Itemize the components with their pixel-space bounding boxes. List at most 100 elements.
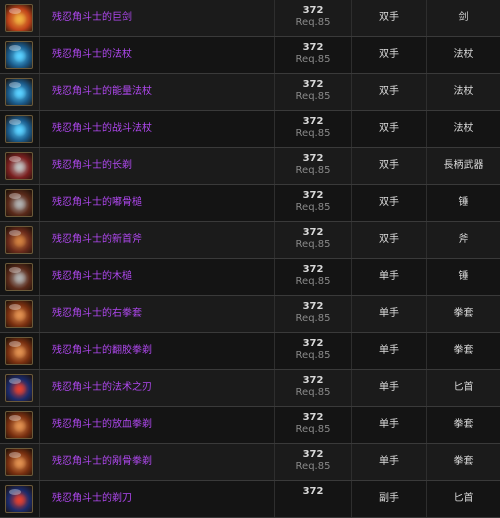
dagger-icon[interactable] (5, 374, 33, 402)
table-row[interactable]: 残忍角斗士的放血拳剃 372 Req.85 单手 拳套 (0, 407, 500, 444)
table-row[interactable]: 残忍角斗士的长剃 372 Req.85 双手 長柄武器 (0, 148, 500, 185)
mace-icon[interactable] (5, 263, 33, 291)
slot-cell: 单手 (351, 444, 426, 480)
level-cell: 372 (274, 481, 351, 517)
level-cell: 372 Req.85 (274, 407, 351, 443)
item-name-link[interactable]: 残忍角斗士的木槌 (52, 270, 132, 284)
required-level: Req.85 (295, 239, 331, 250)
table-row[interactable]: 残忍角斗士的巨剑 372 Req.85 双手 剑 (0, 0, 500, 37)
polearm-icon[interactable] (5, 152, 33, 180)
type-cell: 锤 (426, 259, 500, 295)
level-cell: 372 Req.85 (274, 111, 351, 147)
table-row[interactable]: 残忍角斗士的木槌 372 Req.85 单手 锤 (0, 259, 500, 296)
name-cell: 残忍角斗士的放血拳剃 (39, 407, 274, 443)
table-row[interactable]: 残忍角斗士的法杖 372 Req.85 双手 法杖 (0, 37, 500, 74)
table-row[interactable]: 残忍角斗士的剐骨拳剃 372 Req.85 单手 拳套 (0, 444, 500, 481)
table-row[interactable]: 残忍角斗士的法术之刃 372 Req.85 单手 匕首 (0, 370, 500, 407)
slot-cell: 副手 (351, 481, 426, 517)
item-name-link[interactable]: 残忍角斗士的法术之刃 (52, 381, 152, 395)
icon-core (13, 234, 27, 248)
type-cell: 匕首 (426, 481, 500, 517)
item-name-link[interactable]: 残忍角斗士的新首斧 (52, 233, 142, 247)
icon-shine (9, 267, 21, 273)
type-cell: 匕首 (426, 370, 500, 406)
icon-core (13, 493, 27, 507)
type-cell: 法杖 (426, 37, 500, 73)
name-cell: 残忍角斗士的木槌 (39, 259, 274, 295)
type-cell: 法杖 (426, 111, 500, 147)
item-slot: 单手 (379, 345, 399, 356)
type-cell: 法杖 (426, 74, 500, 110)
item-slot: 双手 (379, 86, 399, 97)
item-level: 372 (302, 227, 324, 238)
icon-cell (0, 296, 39, 332)
icon-core (13, 12, 27, 26)
type-cell: 拳套 (426, 333, 500, 369)
item-level: 372 (302, 190, 324, 201)
item-name-link[interactable]: 残忍角斗士的放血拳剃 (52, 418, 152, 432)
fist-weapon-icon[interactable] (5, 411, 33, 439)
item-name-link[interactable]: 残忍角斗士的能量法杖 (52, 85, 152, 99)
sword-icon[interactable] (5, 4, 33, 32)
icon-core (13, 308, 27, 322)
type-cell: 拳套 (426, 407, 500, 443)
icon-core (13, 271, 27, 285)
slot-cell: 单手 (351, 259, 426, 295)
item-slot: 双手 (379, 49, 399, 60)
item-slot: 双手 (379, 123, 399, 134)
item-level: 372 (302, 449, 324, 460)
slot-cell: 单手 (351, 296, 426, 332)
icon-cell (0, 407, 39, 443)
fist-weapon-icon[interactable] (5, 300, 33, 328)
table-row[interactable]: 残忍角斗士的剃刀 372 副手 匕首 (0, 481, 500, 518)
item-name-link[interactable]: 残忍角斗士的长剃 (52, 159, 132, 173)
icon-cell (0, 481, 39, 517)
table-row[interactable]: 残忍角斗士的新首斧 372 Req.85 双手 斧 (0, 222, 500, 259)
icon-cell (0, 0, 39, 36)
item-name-link[interactable]: 残忍角斗士的巨剑 (52, 11, 132, 25)
table-row[interactable]: 残忍角斗士的右拳套 372 Req.85 单手 拳套 (0, 296, 500, 333)
name-cell: 残忍角斗士的能量法杖 (39, 74, 274, 110)
weapon-type: 拳套 (453, 456, 474, 467)
item-level: 372 (302, 79, 324, 90)
table-row[interactable]: 残忍角斗士的战斗法杖 372 Req.85 双手 法杖 (0, 111, 500, 148)
item-level: 372 (302, 264, 324, 275)
item-level: 372 (302, 375, 324, 386)
axe-icon[interactable] (5, 226, 33, 254)
type-cell: 剑 (426, 0, 500, 36)
mace-icon[interactable] (5, 189, 33, 217)
table-row[interactable]: 残忍角斗士的嘟骨槌 372 Req.85 双手 锤 (0, 185, 500, 222)
staff-icon[interactable] (5, 78, 33, 106)
icon-shine (9, 378, 21, 384)
dagger-icon[interactable] (5, 485, 33, 513)
fist-weapon-icon[interactable] (5, 337, 33, 365)
weapon-type: 匕首 (453, 382, 474, 393)
item-name-link[interactable]: 残忍角斗士的战斗法杖 (52, 122, 152, 136)
item-name-link[interactable]: 残忍角斗士的嘟骨槌 (52, 196, 142, 210)
icon-shine (9, 8, 21, 14)
table-row[interactable]: 残忍角斗士的能量法杖 372 Req.85 双手 法杖 (0, 74, 500, 111)
weapon-type: 斧 (458, 234, 469, 245)
item-name-link[interactable]: 残忍角斗士的剐骨拳剃 (52, 455, 152, 469)
item-name-link[interactable]: 残忍角斗士的右拳套 (52, 307, 142, 321)
item-name-link[interactable]: 残忍角斗士的翻胶拳剃 (52, 344, 152, 358)
slot-cell: 双手 (351, 148, 426, 184)
name-cell: 残忍角斗士的法术之刃 (39, 370, 274, 406)
weapon-type: 法杖 (453, 123, 474, 134)
icon-cell (0, 185, 39, 221)
item-name-link[interactable]: 残忍角斗士的法杖 (52, 48, 132, 62)
item-level: 372 (302, 116, 324, 127)
required-level: Req.85 (295, 91, 331, 102)
weapon-type: 拳套 (453, 345, 474, 356)
name-cell: 残忍角斗士的长剃 (39, 148, 274, 184)
icon-shine (9, 119, 21, 125)
fist-weapon-icon[interactable] (5, 448, 33, 476)
staff-icon[interactable] (5, 41, 33, 69)
item-level: 372 (302, 42, 324, 53)
table-row[interactable]: 残忍角斗士的翻胶拳剃 372 Req.85 单手 拳套 (0, 333, 500, 370)
icon-cell (0, 74, 39, 110)
level-cell: 372 Req.85 (274, 74, 351, 110)
weapon-type: 拳套 (453, 419, 474, 430)
name-cell: 残忍角斗士的剐骨拳剃 (39, 444, 274, 480)
staff-icon[interactable] (5, 115, 33, 143)
